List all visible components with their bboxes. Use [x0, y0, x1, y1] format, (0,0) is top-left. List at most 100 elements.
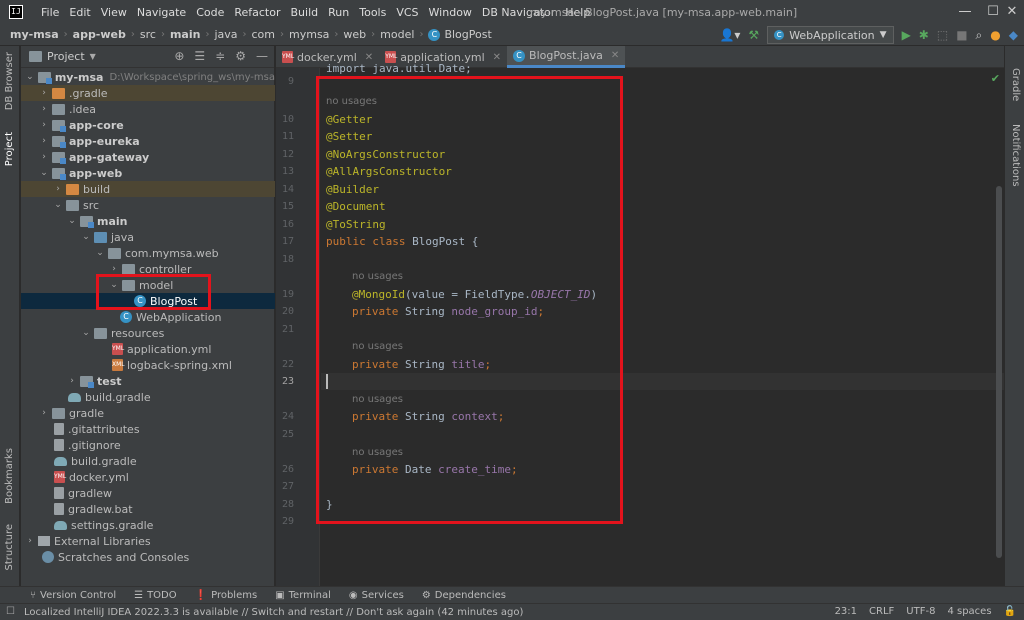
user-icon[interactable]: 👤▾: [719, 28, 740, 42]
todo-button[interactable]: ☰ TODO: [134, 590, 177, 601]
tree-item-app-core[interactable]: › app-core: [21, 117, 275, 133]
gradle-tab[interactable]: Gradle: [1010, 68, 1021, 101]
chevron-down-icon[interactable]: ⌄: [53, 200, 63, 210]
tree-item-package[interactable]: ⌄ com.mymsa.web: [21, 245, 275, 261]
tree-item-test[interactable]: › test: [21, 373, 275, 389]
chevron-down-icon[interactable]: ⌄: [25, 72, 35, 82]
chevron-down-icon[interactable]: ⌄: [67, 216, 77, 226]
chevron-right-icon[interactable]: ›: [39, 152, 49, 162]
structure-tab[interactable]: Structure: [4, 524, 15, 571]
file-encoding[interactable]: UTF-8: [906, 606, 935, 617]
tree-item-webapplication[interactable]: C WebApplication: [21, 309, 275, 325]
menu-refactor[interactable]: Refactor: [234, 6, 280, 19]
tree-item-scratches[interactable]: Scratches and Consoles: [21, 549, 275, 565]
menu-build[interactable]: Build: [291, 6, 319, 19]
tree-item-resources[interactable]: ⌄ resources: [21, 325, 275, 341]
breadcrumb-web[interactable]: web: [343, 28, 366, 41]
chevron-right-icon[interactable]: ›: [67, 376, 77, 386]
terminal-button[interactable]: ▣ Terminal: [275, 590, 331, 601]
chevron-down-icon[interactable]: ⌄: [95, 248, 105, 258]
breadcrumb-model[interactable]: model: [380, 28, 414, 41]
version-control-button[interactable]: ⑂ Version Control: [30, 590, 116, 601]
tree-item-external-libraries[interactable]: › External Libraries: [21, 533, 275, 549]
services-button[interactable]: ◉ Services: [349, 590, 404, 601]
collapse-all-icon[interactable]: ☰: [194, 49, 205, 63]
tree-item-logback-xml[interactable]: XML logback-spring.xml: [21, 357, 275, 373]
vertical-scrollbar[interactable]: [996, 186, 1002, 558]
stop-icon[interactable]: ■: [956, 28, 967, 42]
indent-setting[interactable]: 4 spaces: [947, 606, 991, 617]
menu-vcs[interactable]: VCS: [396, 6, 418, 19]
lock-icon[interactable]: 🔓: [1004, 606, 1016, 617]
menu-run[interactable]: Run: [328, 6, 349, 19]
menu-view[interactable]: View: [101, 6, 127, 19]
tree-item-app-gateway[interactable]: › app-gateway: [21, 149, 275, 165]
tree-item-gitignore[interactable]: .gitignore: [21, 437, 275, 453]
tree-item-java[interactable]: ⌄ java: [21, 229, 275, 245]
chevron-right-icon[interactable]: ›: [39, 88, 49, 98]
tree-item-settings-gradle[interactable]: settings.gradle: [21, 517, 275, 533]
chevron-right-icon[interactable]: ›: [39, 120, 49, 130]
breadcrumb-mymsa[interactable]: mymsa: [289, 28, 329, 41]
inspection-ok-icon[interactable]: ✔: [991, 72, 1000, 85]
code-editor[interactable]: 9 10 11 12 13 14 15 16 17 18 19 20 21 22…: [276, 62, 1004, 586]
project-panel-title[interactable]: Project: [47, 50, 85, 63]
crosshair-icon[interactable]: ⊕: [174, 49, 184, 63]
chevron-down-icon[interactable]: ⌄: [39, 168, 49, 178]
chevron-right-icon[interactable]: ›: [109, 264, 119, 274]
chevron-down-icon[interactable]: ⌄: [81, 232, 91, 242]
coverage-icon[interactable]: ⬚: [937, 28, 948, 42]
expand-panel-icon[interactable]: ☐: [6, 606, 15, 617]
close-icon[interactable]: ✕: [611, 50, 619, 61]
expand-icon[interactable]: ≑: [215, 49, 225, 63]
run-icon[interactable]: ▶: [902, 28, 911, 42]
line-separator[interactable]: CRLF: [869, 606, 894, 617]
menu-navigate[interactable]: Navigate: [137, 6, 186, 19]
menu-window[interactable]: Window: [429, 6, 472, 19]
run-config-select[interactable]: C WebApplication ▼: [767, 26, 894, 44]
update-icon[interactable]: ●: [990, 28, 1000, 42]
menu-file[interactable]: File: [41, 6, 59, 19]
minimize-button-2[interactable]: —: [950, 2, 980, 22]
tab-blogpost-java[interactable]: C BlogPost.java ✕: [507, 46, 626, 68]
tree-item-root-build-gradle[interactable]: build.gradle: [21, 453, 275, 469]
tree-item-gradle-folder[interactable]: › gradle: [21, 405, 275, 421]
breadcrumb-app-web[interactable]: app-web: [73, 28, 126, 41]
project-tab[interactable]: Project: [4, 132, 15, 166]
problems-button[interactable]: ❗ Problems: [195, 590, 258, 601]
breadcrumb-java[interactable]: java: [214, 28, 237, 41]
tree-item-docker-yml[interactable]: YML docker.yml: [21, 469, 275, 485]
chevron-right-icon[interactable]: ›: [39, 408, 49, 418]
breadcrumb-blogpost[interactable]: BlogPost: [444, 28, 491, 41]
tree-item-src[interactable]: ⌄ src: [21, 197, 275, 213]
breadcrumb-com[interactable]: com: [252, 28, 276, 41]
chevron-right-icon[interactable]: ›: [39, 136, 49, 146]
tree-item-my-msa[interactable]: ⌄ my-msa D:\Workspace\spring_ws\my-msa: [21, 69, 275, 85]
close-button[interactable]: ✕: [1000, 2, 1024, 22]
minimize-panel-icon[interactable]: —: [256, 49, 268, 63]
tree-item-gradle-dir[interactable]: › .gradle: [21, 85, 275, 101]
tree-item-gitattributes[interactable]: .gitattributes: [21, 421, 275, 437]
hammer-icon[interactable]: ⚒: [748, 28, 759, 42]
db-browser-tab[interactable]: DB Browser: [4, 52, 15, 110]
chevron-right-icon[interactable]: ›: [39, 104, 49, 114]
menu-tools[interactable]: Tools: [359, 6, 386, 19]
menu-code[interactable]: Code: [196, 6, 224, 19]
close-icon[interactable]: ✕: [493, 52, 501, 63]
tree-item-main[interactable]: ⌄ main: [21, 213, 275, 229]
cursor-position[interactable]: 23:1: [835, 606, 857, 617]
tree-item-idea[interactable]: › .idea: [21, 101, 275, 117]
breadcrumb-main[interactable]: main: [170, 28, 201, 41]
chevron-right-icon[interactable]: ›: [53, 184, 63, 194]
tree-item-gradlew[interactable]: gradlew: [21, 485, 275, 501]
breadcrumb-src[interactable]: src: [140, 28, 156, 41]
tree-item-application-yml[interactable]: YML application.yml: [21, 341, 275, 357]
dependencies-button[interactable]: ⚙ Dependencies: [422, 590, 506, 601]
tree-item-app-web-build-gradle[interactable]: build.gradle: [21, 389, 275, 405]
menu-edit[interactable]: Edit: [69, 6, 90, 19]
tree-item-app-eureka[interactable]: › app-eureka: [21, 133, 275, 149]
chevron-right-icon[interactable]: ›: [25, 536, 35, 546]
jetbrains-icon[interactable]: ◆: [1009, 28, 1018, 42]
chevron-down-icon[interactable]: ⌄: [81, 328, 91, 338]
breadcrumb-my-msa[interactable]: my-msa: [10, 28, 59, 41]
